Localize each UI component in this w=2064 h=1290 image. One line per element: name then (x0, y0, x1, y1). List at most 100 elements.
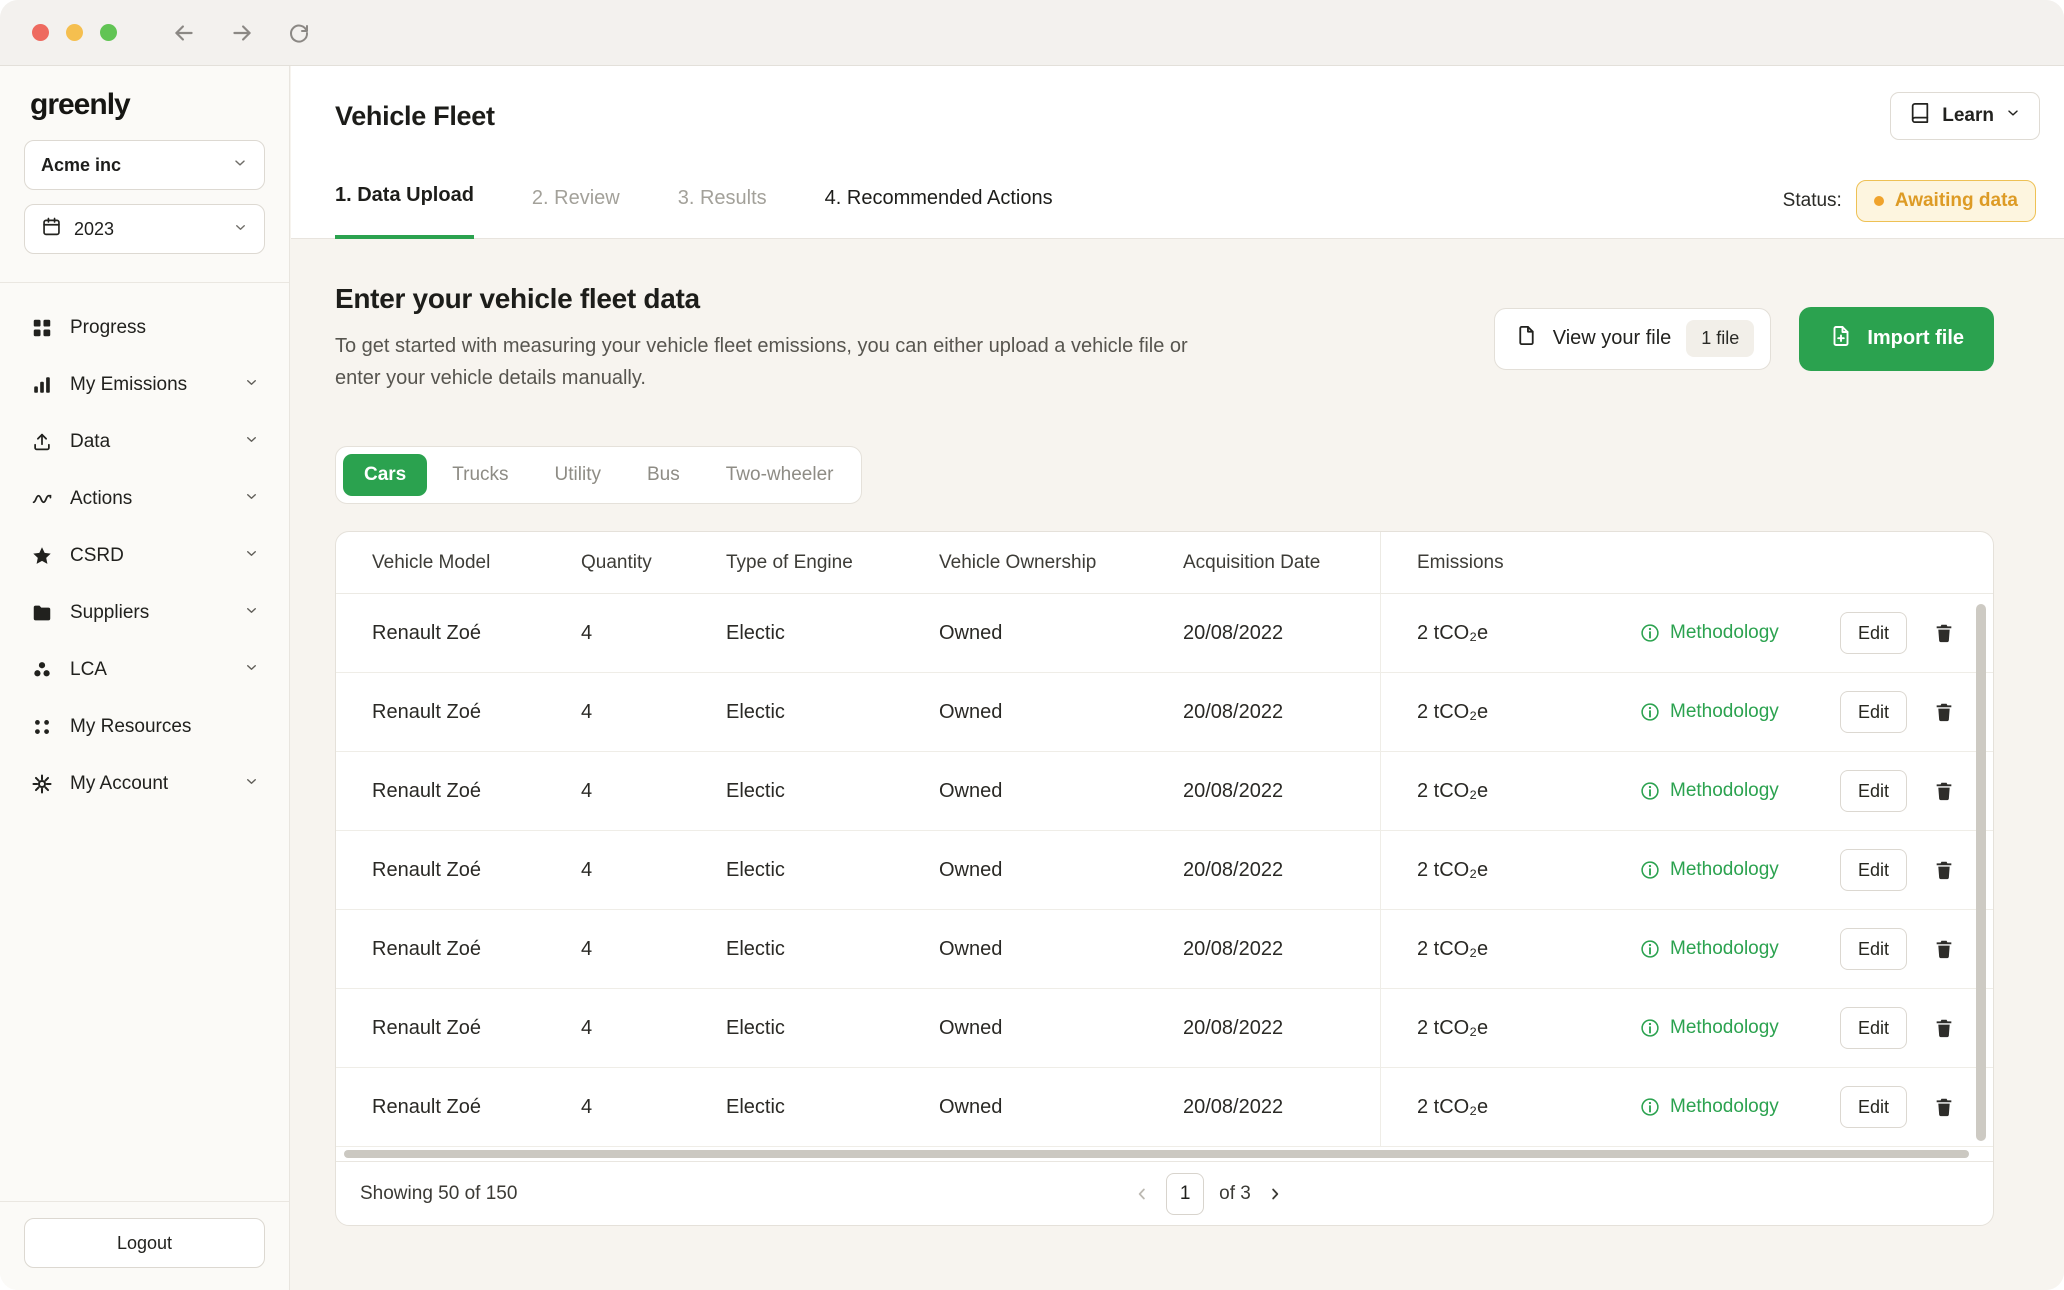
trash-icon (1936, 861, 1952, 880)
trash-icon (1936, 940, 1952, 959)
edit-button[interactable]: Edit (1840, 691, 1907, 733)
table-row: Renault Zoé 4 Electic Owned 20/08/2022 2… (336, 752, 1993, 831)
vehicle-model-cell: Renault Zoé (372, 1095, 481, 1118)
page-title: Vehicle Fleet (335, 100, 495, 131)
sidebar-item-lca[interactable]: LCA (24, 641, 265, 698)
sidebar-item-label: Progress (70, 316, 147, 338)
horizontal-scrollbar-thumb[interactable] (344, 1150, 1969, 1158)
quantity-cell: 4 (581, 779, 593, 802)
column-header-quantity: Quantity (581, 551, 652, 573)
tab-results[interactable]: 3. Results (678, 187, 767, 238)
page-number-box[interactable]: 1 (1166, 1172, 1205, 1215)
filter-bus[interactable]: Bus (626, 454, 701, 496)
sidebar-item-my-resources[interactable]: My Resources (24, 698, 265, 755)
edit-button[interactable]: Edit (1840, 928, 1907, 970)
sidebar-item-progress[interactable]: Progress (24, 299, 265, 356)
methodology-link[interactable]: Methodology (1639, 859, 1779, 881)
vertical-scrollbar[interactable] (1976, 604, 1986, 1141)
next-page-button[interactable] (1266, 1185, 1284, 1203)
ownership-cell: Owned (939, 621, 1003, 644)
acquisition-date-cell: 20/08/2022 (1183, 700, 1284, 723)
sidebar-item-data[interactable]: Data (24, 413, 265, 470)
info-icon (1641, 703, 1659, 721)
sidebar-item-my-emissions[interactable]: My Emissions (24, 356, 265, 413)
quantity-cell: 4 (581, 858, 593, 881)
delete-button[interactable] (1933, 780, 1955, 802)
methodology-link[interactable]: Methodology (1639, 938, 1779, 960)
vehicle-type-filter: Cars Trucks Utility Bus Two-wheeler (335, 446, 863, 504)
sidebar-divider (0, 282, 289, 283)
methodology-link[interactable]: Methodology (1639, 622, 1779, 644)
back-button[interactable] (171, 20, 197, 46)
filter-two-wheeler[interactable]: Two-wheeler (705, 454, 855, 496)
delete-button[interactable] (1933, 622, 1955, 644)
methodology-link[interactable]: Methodology (1639, 780, 1779, 802)
chevron-down-icon (244, 659, 259, 681)
bar-chart-icon (30, 373, 54, 397)
info-icon (1641, 1098, 1659, 1116)
book-icon (1909, 102, 1931, 130)
emissions-value: 2 tCO₂e (1417, 779, 1489, 802)
quantity-cell: 4 (581, 937, 593, 960)
acquisition-date-cell: 20/08/2022 (1183, 858, 1284, 881)
methodology-link[interactable]: Methodology (1639, 1017, 1779, 1039)
tab-recommended-actions[interactable]: 4. Recommended Actions (825, 187, 1053, 238)
delete-button[interactable] (1933, 1096, 1955, 1118)
emissions-value: 2 tCO₂e (1417, 937, 1489, 960)
edit-button[interactable]: Edit (1840, 849, 1907, 891)
column-header-emissions: Emissions (1380, 532, 1993, 593)
chevron-down-icon (244, 374, 259, 396)
edit-button[interactable]: Edit (1840, 612, 1907, 654)
sidebar-item-suppliers[interactable]: Suppliers (24, 584, 265, 641)
filter-trucks[interactable]: Trucks (431, 454, 529, 496)
showing-count: Showing 50 of 150 (360, 1182, 518, 1204)
delete-button[interactable] (1933, 938, 1955, 960)
close-window-button[interactable] (32, 24, 49, 41)
file-icon (1515, 324, 1538, 353)
logout-button[interactable]: Logout (24, 1218, 265, 1268)
chevron-down-icon (233, 219, 248, 240)
tab-data-upload[interactable]: 1. Data Upload (335, 184, 474, 239)
maximize-window-button[interactable] (100, 24, 117, 41)
ownership-cell: Owned (939, 937, 1003, 960)
tab-review[interactable]: 2. Review (532, 187, 620, 238)
engine-type-cell: Electic (726, 779, 785, 802)
company-select[interactable]: Acme inc (24, 140, 265, 190)
prev-page-button[interactable] (1133, 1185, 1151, 1203)
edit-button[interactable]: Edit (1840, 770, 1907, 812)
import-file-button[interactable]: Import file (1799, 306, 1994, 371)
minimize-window-button[interactable] (66, 24, 83, 41)
sidebar-item-label: Suppliers (70, 601, 150, 623)
engine-type-cell: Electic (726, 621, 785, 644)
trash-icon (1936, 624, 1952, 643)
filter-utility[interactable]: Utility (534, 454, 622, 496)
methodology-link[interactable]: Methodology (1639, 1096, 1779, 1118)
step-tabs: 1. Data Upload 2. Review 3. Results 4. R… (335, 180, 2040, 239)
page-header: Vehicle Fleet Learn 1. Data Upload 2. Re… (291, 66, 2064, 239)
forward-button[interactable] (229, 20, 255, 46)
filter-cars[interactable]: Cars (343, 454, 428, 496)
info-icon (1641, 940, 1659, 958)
pagination: 1 of 3 (1133, 1172, 1284, 1215)
methodology-link[interactable]: Methodology (1639, 701, 1779, 723)
delete-button[interactable] (1933, 701, 1955, 723)
edit-button[interactable]: Edit (1840, 1007, 1907, 1049)
sidebar-item-label: My Resources (70, 715, 192, 737)
delete-button[interactable] (1933, 859, 1955, 881)
learn-button[interactable]: Learn (1890, 92, 2040, 140)
emissions-value: 2 tCO₂e (1417, 621, 1489, 644)
sidebar-item-actions[interactable]: Actions (24, 470, 265, 527)
edit-button[interactable]: Edit (1840, 1086, 1907, 1128)
year-select[interactable]: 2023 (24, 204, 265, 254)
view-file-button[interactable]: View your file 1 file (1493, 307, 1772, 370)
file-count-badge: 1 file (1686, 320, 1755, 357)
refresh-button[interactable] (287, 21, 311, 45)
ownership-cell: Owned (939, 700, 1003, 723)
sidebar-item-csrd[interactable]: CSRD (24, 527, 265, 584)
delete-button[interactable] (1933, 1017, 1955, 1039)
sidebar-item-my-account[interactable]: My Account (24, 755, 265, 812)
calendar-icon (41, 216, 62, 242)
chevron-down-icon (244, 773, 259, 795)
quantity-cell: 4 (581, 1016, 593, 1039)
sidebar-item-label: Actions (70, 487, 133, 509)
